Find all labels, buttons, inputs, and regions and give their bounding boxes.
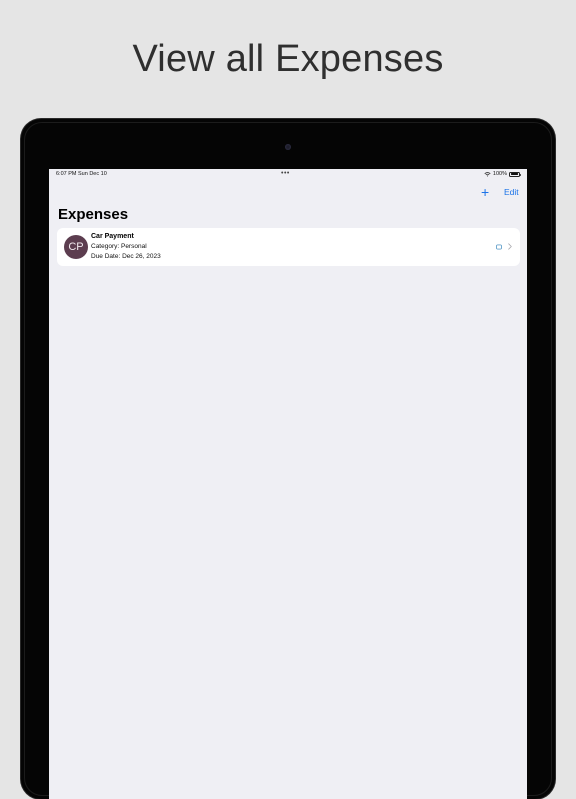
page-title: Expenses [58, 206, 129, 223]
battery-percent: 100% [492, 171, 507, 177]
expense-list-item[interactable]: CP Car Payment Category: Personal Due Da… [57, 228, 520, 266]
multitasking-dots[interactable]: ••• [281, 170, 290, 177]
expense-due-date: Due Date: Dec 26, 2023 [91, 253, 161, 260]
avatar: CP [64, 235, 88, 259]
status-indicators: 100% [484, 171, 521, 177]
expense-title: Car Payment [91, 233, 134, 240]
expense-category: Category: Personal [91, 243, 147, 250]
battery-icon [509, 171, 521, 177]
front-camera [285, 144, 291, 150]
app-screen: 6:07 PM Sun Dec 10 ••• 100% + Edit Expen… [49, 169, 527, 799]
status-bar: 6:07 PM Sun Dec 10 ••• 100% [49, 169, 527, 181]
promo-headline: View all Expenses [132, 38, 444, 80]
document-icon [496, 244, 502, 250]
wifi-icon [484, 171, 491, 177]
status-time-date: 6:07 PM Sun Dec 10 [56, 171, 107, 177]
edit-button[interactable]: Edit [504, 187, 519, 197]
chevron-right-icon [508, 243, 512, 250]
add-expense-button[interactable]: + [481, 185, 489, 199]
ipad-device-frame: 6:07 PM Sun Dec 10 ••• 100% + Edit Expen… [21, 119, 555, 799]
